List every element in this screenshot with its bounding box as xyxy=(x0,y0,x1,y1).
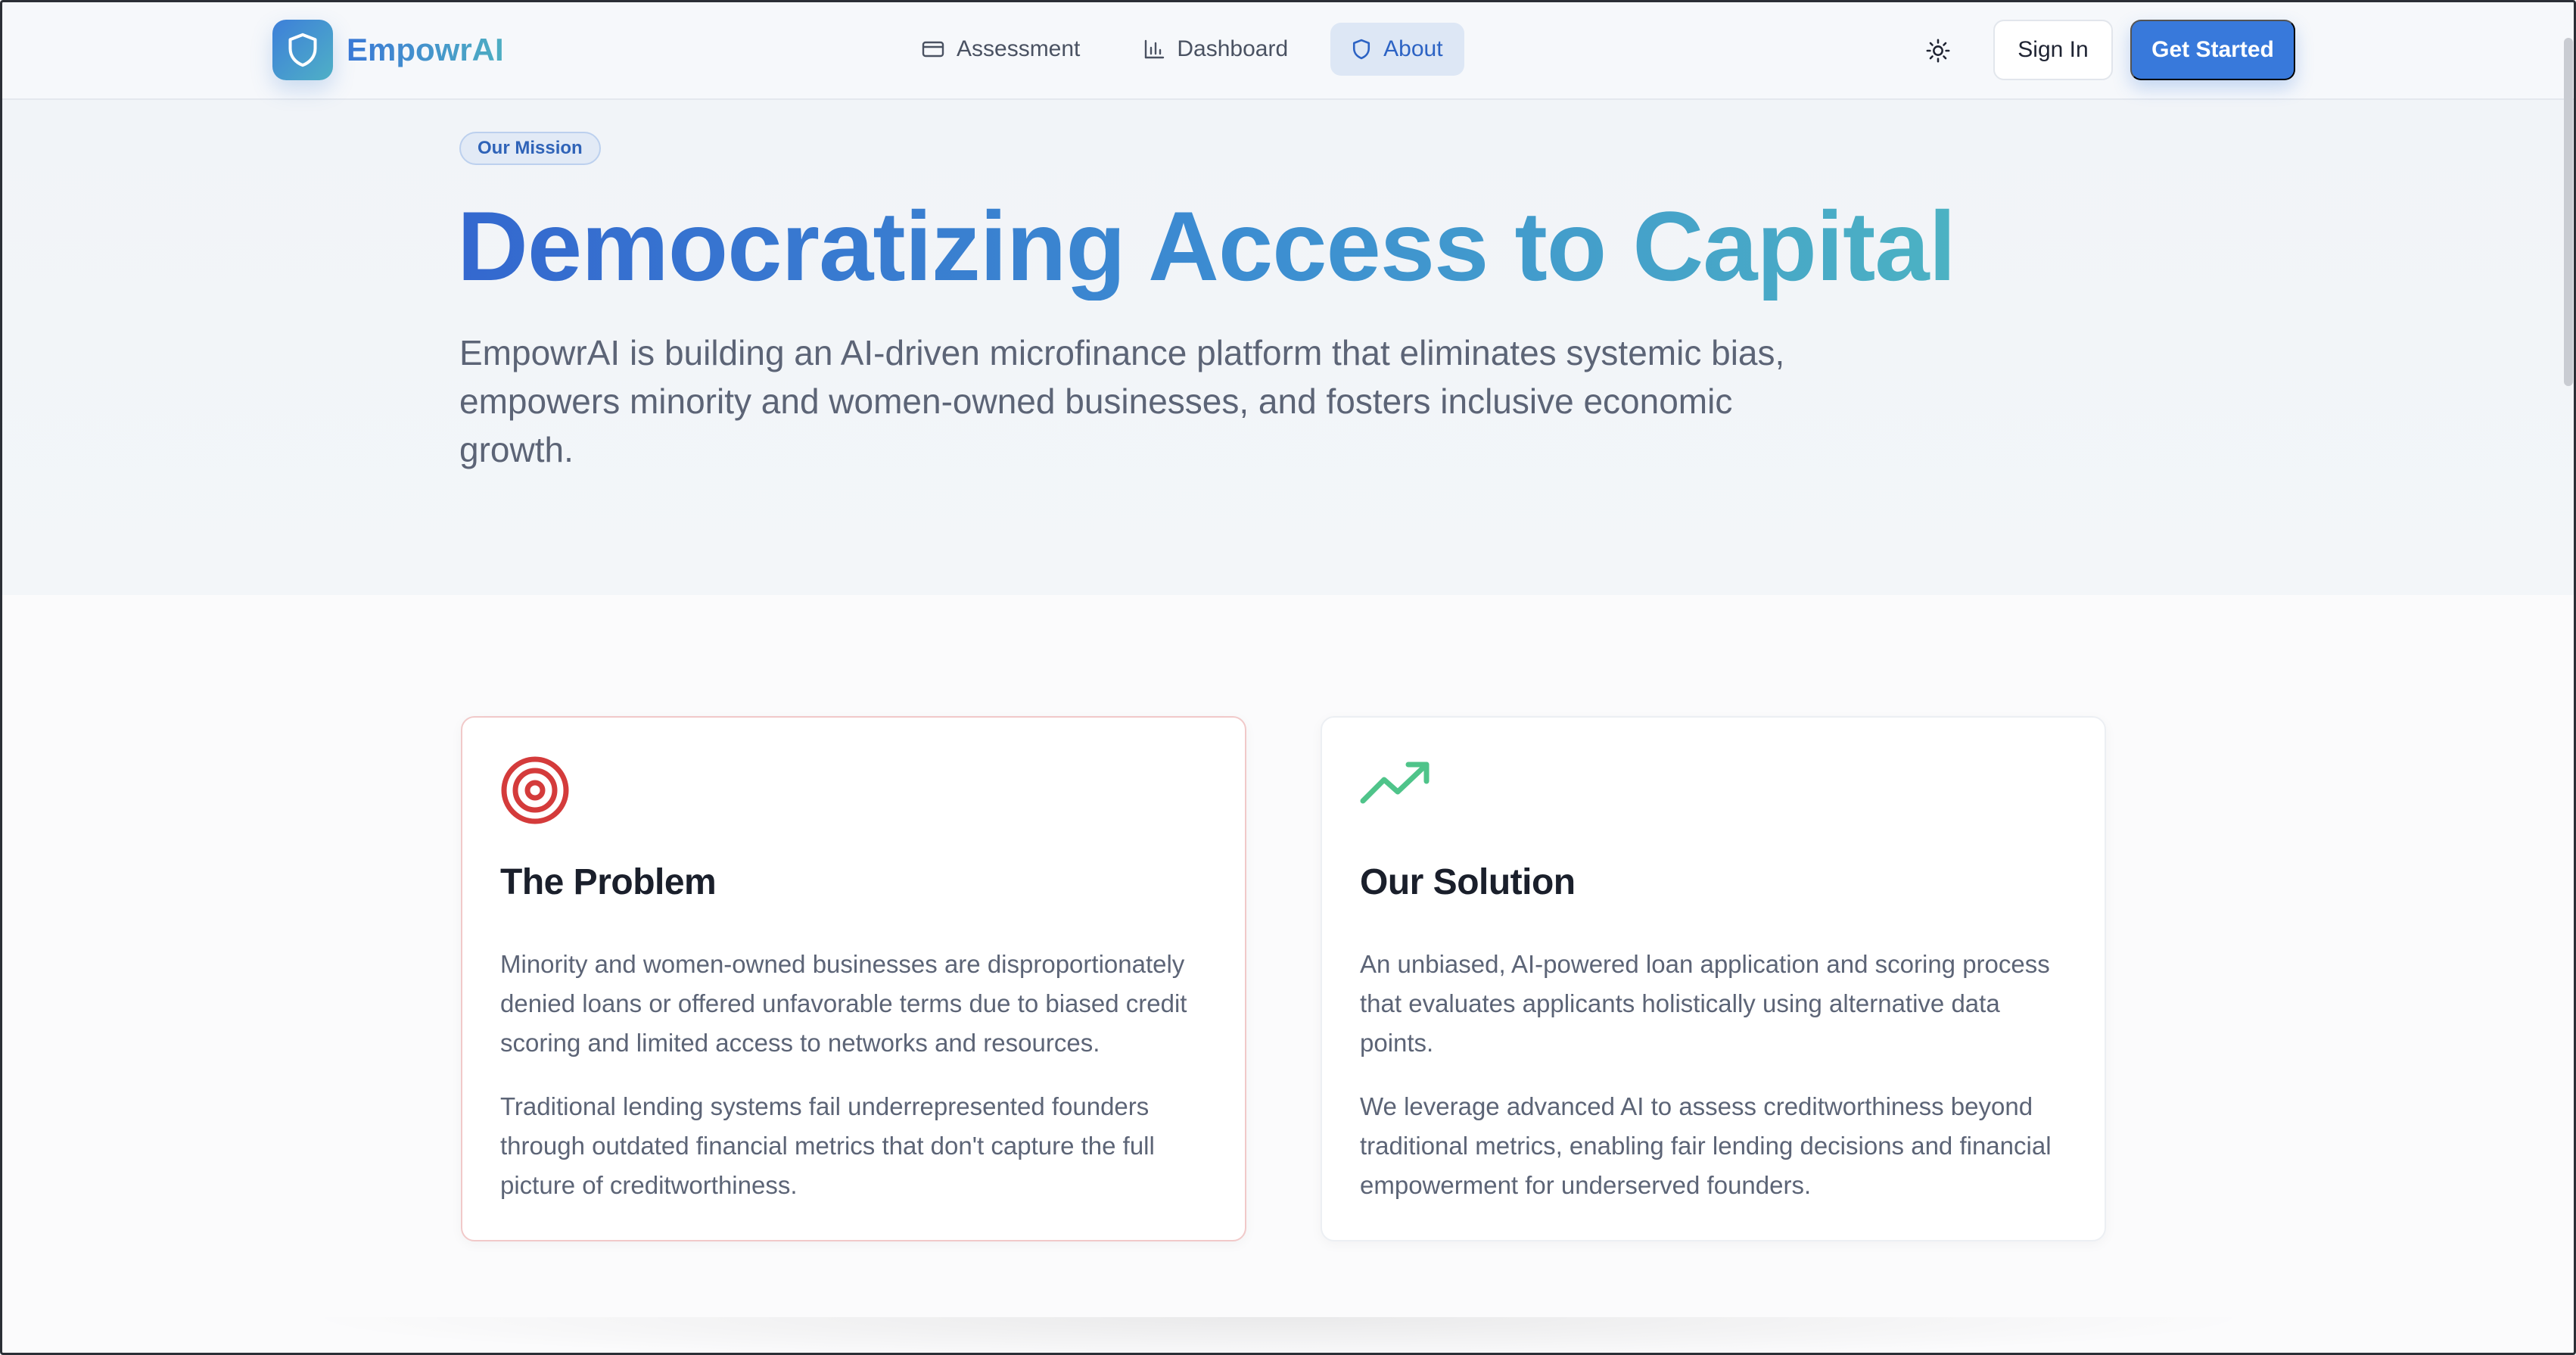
get-started-button[interactable]: Get Started xyxy=(2130,20,2295,80)
solution-paragraph: An unbiased, AI-powered loan application… xyxy=(1360,950,2050,1057)
solution-card: Our Solution An unbiased, AI-powered loa… xyxy=(1321,716,2106,1241)
solution-paragraph: We leverage advanced AI to assess credit… xyxy=(1360,1092,2052,1199)
solution-title: Our Solution xyxy=(1360,862,1576,902)
bar-chart-icon xyxy=(1145,39,1165,59)
problem-body: Minority and women-owned businesses are … xyxy=(500,945,1219,1229)
shield-icon xyxy=(1353,39,1370,60)
credit-card-icon xyxy=(922,41,944,58)
problem-card: The Problem Minority and women-owned bus… xyxy=(461,716,1246,1241)
problem-paragraph: Traditional lending systems fail underre… xyxy=(500,1092,1155,1199)
sun-icon xyxy=(1926,39,1950,63)
nav-item-assessment[interactable]: Assessment xyxy=(901,23,1101,76)
target-icon xyxy=(499,754,571,830)
main-nav: Assessment Dashboard About xyxy=(901,23,1464,76)
next-section-edge xyxy=(288,1317,2270,1355)
nav-item-about[interactable]: About xyxy=(1330,23,1464,76)
nav-label-dashboard: Dashboard xyxy=(1177,36,1289,61)
brand-logo[interactable]: EmpowrAI xyxy=(272,20,504,80)
nav-label-about: About xyxy=(1383,36,1443,61)
brand-name: EmpowrAI xyxy=(347,32,504,67)
hero-description: EmpowrAI is building an AI-driven microf… xyxy=(459,333,1785,469)
problem-paragraph: Minority and women-owned businesses are … xyxy=(500,950,1187,1057)
solution-body: An unbiased, AI-powered loan application… xyxy=(1360,945,2079,1229)
theme-toggle-button[interactable] xyxy=(1913,29,1963,73)
nav-label-assessment: Assessment xyxy=(957,36,1081,61)
shield-icon xyxy=(272,20,333,80)
page-title: Democratizing Access to Capital xyxy=(457,191,1956,301)
nav-item-dashboard[interactable]: Dashboard xyxy=(1122,23,1309,76)
sign-in-button[interactable]: Sign In xyxy=(1993,20,2113,80)
vertical-scrollbar[interactable] xyxy=(2564,38,2573,386)
trending-up-icon xyxy=(1358,754,1434,818)
mission-badge: Our Mission xyxy=(459,132,601,165)
problem-title: The Problem xyxy=(500,862,717,902)
top-navbar: EmpowrAI Assessment Dashboard About Sign… xyxy=(0,0,2576,100)
hero-section: Our Mission Democratizing Access to Capi… xyxy=(0,100,2576,595)
